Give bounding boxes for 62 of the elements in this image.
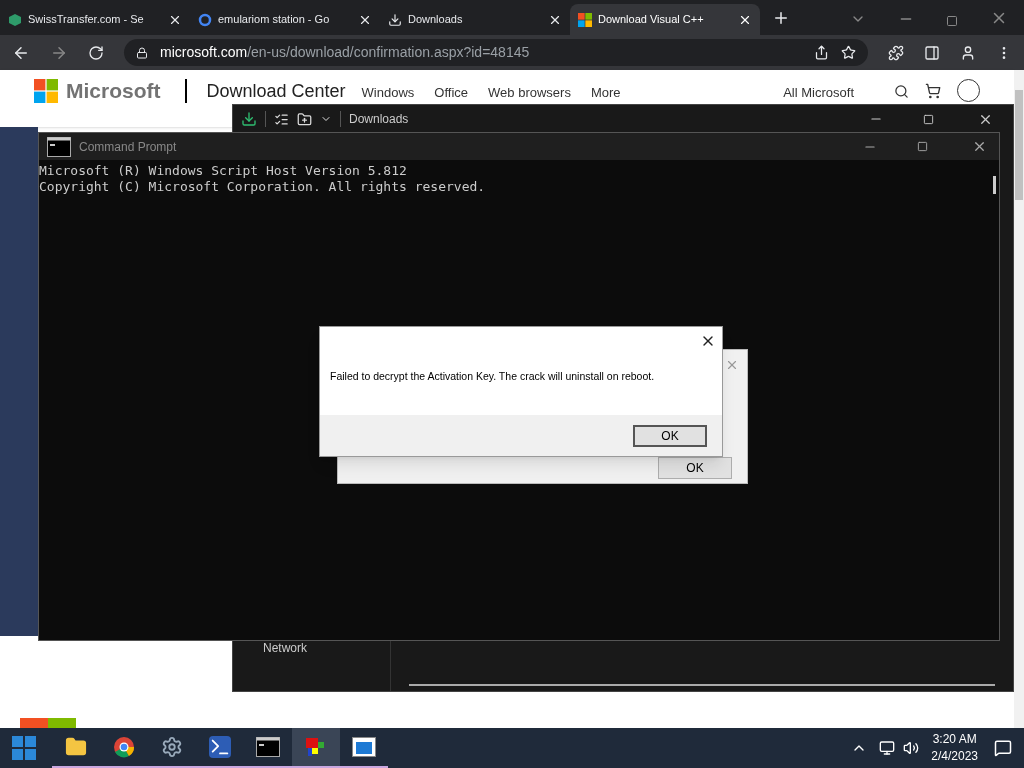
reload-icon[interactable] — [88, 44, 104, 61]
browser-tab[interactable]: emulariom station - Go — [190, 4, 380, 35]
page-heading: Download Center — [206, 81, 346, 101]
sidebar-item[interactable]: Network — [263, 639, 390, 657]
download-icon[interactable] — [241, 111, 257, 127]
dialog-message: Failed to decrypt the Activation Key. The crack will uninstall on reboot. — [330, 369, 656, 384]
scrollbar[interactable] — [409, 684, 995, 686]
tab-title: Downloads — [408, 12, 464, 28]
star-icon[interactable] — [841, 45, 856, 60]
ok-button[interactable]: OK — [633, 424, 707, 447]
logo-tiles-icon — [20, 718, 76, 728]
tab-title: emulariom station - Go — [218, 12, 331, 28]
volume-icon[interactable] — [903, 740, 920, 756]
microsoft-logo-icon — [578, 12, 592, 27]
terminal-icon — [209, 736, 231, 758]
ok-button[interactable]: OK — [658, 457, 732, 479]
extensions-icon[interactable] — [888, 44, 904, 61]
share-icon[interactable] — [814, 45, 829, 60]
download-icon — [388, 12, 402, 27]
window-icon — [352, 737, 376, 757]
profile-icon[interactable] — [960, 44, 976, 61]
nav-link[interactable]: Office — [434, 85, 469, 100]
cart-icon[interactable] — [925, 83, 941, 99]
address-field[interactable]: microsoft.com/en-us/download/confirmation.aspx?id=48145 — [124, 39, 868, 66]
properties-icon[interactable] — [274, 111, 289, 127]
folder-icon — [65, 736, 87, 758]
microsoft-wordmark[interactable]: Microsoft — [66, 79, 161, 103]
scrollbar[interactable] — [992, 176, 996, 194]
all-microsoft-link[interactable]: All Microsoft — [783, 85, 854, 100]
nav-link[interactable]: Web browsers — [488, 85, 571, 100]
clock-time[interactable]: 3:20 AM — [932, 731, 977, 748]
maximize-icon[interactable] — [923, 113, 934, 125]
tab-title: Download Visual C++ — [598, 12, 705, 28]
clock-date[interactable]: 2/4/2023 — [931, 748, 978, 765]
browser-tab[interactable]: SwissTransfer.com - Se — [0, 4, 190, 35]
nav-link[interactable]: Windows — [361, 85, 415, 100]
window-title: Command Prompt — [79, 138, 177, 156]
new-folder-icon[interactable] — [297, 111, 312, 127]
side-panel-icon[interactable] — [924, 44, 940, 61]
nav-link[interactable]: More — [590, 85, 621, 100]
maximize-icon[interactable] — [917, 141, 928, 152]
windows-start-icon[interactable] — [12, 736, 36, 760]
tab-title: SwissTransfer.com - Se — [28, 12, 145, 28]
close-icon[interactable] — [972, 139, 987, 154]
browser-tab[interactable]: Downloads — [380, 4, 570, 35]
console-line: Microsoft (R) Windows Script Host Version 5.812 — [39, 163, 408, 179]
new-tab-icon[interactable] — [772, 9, 790, 27]
browser-tab[interactable]: Download Visual C++ — [570, 4, 760, 35]
url-path: /en-us/download/confirmation.aspx?id=48145 — [247, 44, 530, 60]
lock-icon — [136, 46, 148, 59]
scrollbar[interactable] — [1014, 70, 1024, 728]
console-line: Copyright (C) Microsoft Corporation. All rights reserved. — [39, 179, 487, 195]
gear-icon — [161, 736, 183, 758]
restore-icon[interactable] — [946, 15, 958, 27]
network-icon[interactable] — [879, 740, 896, 756]
search-icon[interactable] — [894, 84, 909, 99]
microsoft-logo-icon — [34, 79, 58, 103]
window-title: Downloads — [349, 111, 409, 128]
console-icon — [256, 737, 280, 757]
console-icon — [47, 136, 71, 157]
url-host: microsoft.com — [160, 44, 248, 60]
notifications-icon[interactable] — [994, 739, 1012, 757]
